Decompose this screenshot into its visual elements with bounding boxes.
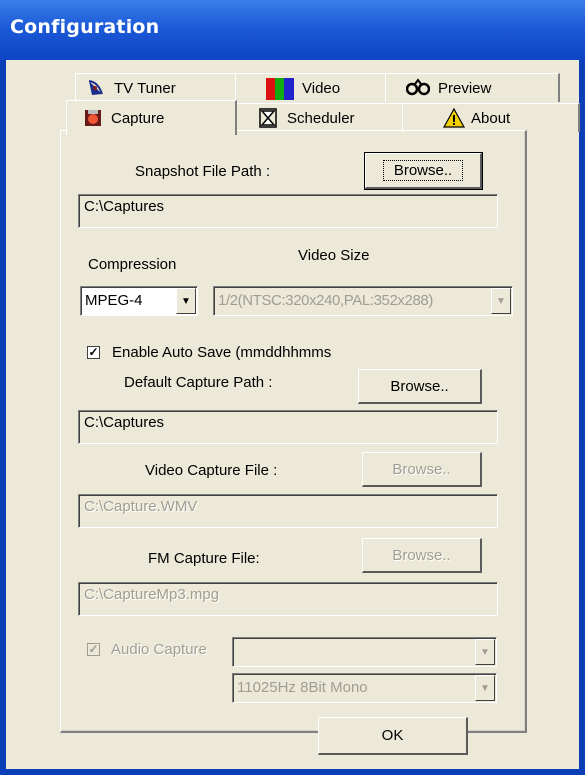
button-label: Browse.. [392, 460, 451, 478]
window-border-bottom [0, 769, 585, 775]
tab-about[interactable]: About [402, 103, 580, 132]
snapshot-path-field[interactable]: C:\Captures [78, 194, 498, 228]
default-capture-label: Default Capture Path : [124, 374, 273, 391]
tab-label: Preview [438, 79, 492, 97]
fm-capture-label: FM Capture File: [148, 550, 260, 567]
button-label: Browse.. [382, 160, 464, 181]
compression-label: Compression [88, 256, 177, 273]
compression-select[interactable]: MPEG-4 ▼ [80, 286, 198, 316]
tab-capture[interactable]: Capture [66, 100, 237, 135]
auto-save-checkbox[interactable]: ✓ [87, 346, 100, 359]
chevron-down-icon[interactable]: ▼ [491, 288, 511, 314]
compression-value: MPEG-4 [85, 292, 143, 309]
video-size-label: Video Size [298, 247, 370, 264]
ok-button[interactable]: OK [318, 717, 468, 755]
chevron-down-icon[interactable]: ▼ [475, 639, 495, 665]
fm-capture-path-field[interactable]: C:\CaptureMp3.mpg [78, 582, 498, 616]
tab-tv-tuner[interactable]: TV Tuner [75, 73, 246, 102]
window-title: Configuration [10, 16, 160, 38]
video-size-select[interactable]: 1/2(NTSC:320x240,PAL:352x288) ▼ [213, 286, 513, 316]
video-capture-browse-button[interactable]: Browse.. [362, 452, 482, 487]
chevron-down-icon[interactable]: ▼ [475, 675, 495, 701]
default-capture-path-field[interactable]: C:\Captures [78, 410, 498, 444]
satellite-dish-icon [86, 78, 106, 98]
warning-icon [442, 107, 466, 128]
title-bar[interactable]: Configuration [0, 0, 585, 60]
video-size-value: 1/2(NTSC:320x240,PAL:352x288) [218, 292, 433, 309]
button-label: Browse.. [392, 546, 451, 564]
audio-format-value: 11025Hz 8Bit Mono [237, 679, 368, 696]
configuration-window: Configuration TV Tuner Video Preview Cap… [0, 0, 585, 775]
auto-save-label: Enable Auto Save (mmddhhmms [112, 344, 332, 361]
button-label: OK [381, 727, 404, 744]
tab-preview[interactable]: Preview [385, 73, 560, 102]
color-bars-icon [266, 78, 294, 100]
fm-capture-browse-button[interactable]: Browse.. [362, 538, 482, 573]
button-label: Browse.. [390, 377, 449, 395]
audio-format-select[interactable]: 11025Hz 8Bit Mono ▼ [232, 673, 497, 703]
glasses-icon [405, 78, 431, 98]
tab-label: About [471, 109, 511, 127]
window-border-right [579, 60, 585, 775]
tab-label: Scheduler [287, 109, 355, 127]
video-capture-label: Video Capture File : [145, 462, 278, 479]
audio-device-select[interactable]: ▼ [232, 637, 497, 667]
hourglass-icon [259, 108, 279, 128]
video-capture-path-field[interactable]: C:\Capture.WMV [78, 494, 498, 528]
capture-icon [83, 108, 103, 128]
snapshot-path-label: Snapshot File Path : [135, 163, 271, 180]
audio-capture-label: Audio Capture [111, 641, 207, 658]
chevron-down-icon[interactable]: ▼ [176, 288, 196, 314]
tab-label: TV Tuner [114, 79, 176, 97]
snapshot-browse-button[interactable]: Browse.. [364, 152, 483, 190]
tab-label: Video [302, 79, 341, 97]
default-capture-browse-button[interactable]: Browse.. [358, 369, 482, 404]
audio-capture-checkbox[interactable]: ✓ [87, 643, 100, 656]
tab-label: Capture [111, 109, 165, 127]
